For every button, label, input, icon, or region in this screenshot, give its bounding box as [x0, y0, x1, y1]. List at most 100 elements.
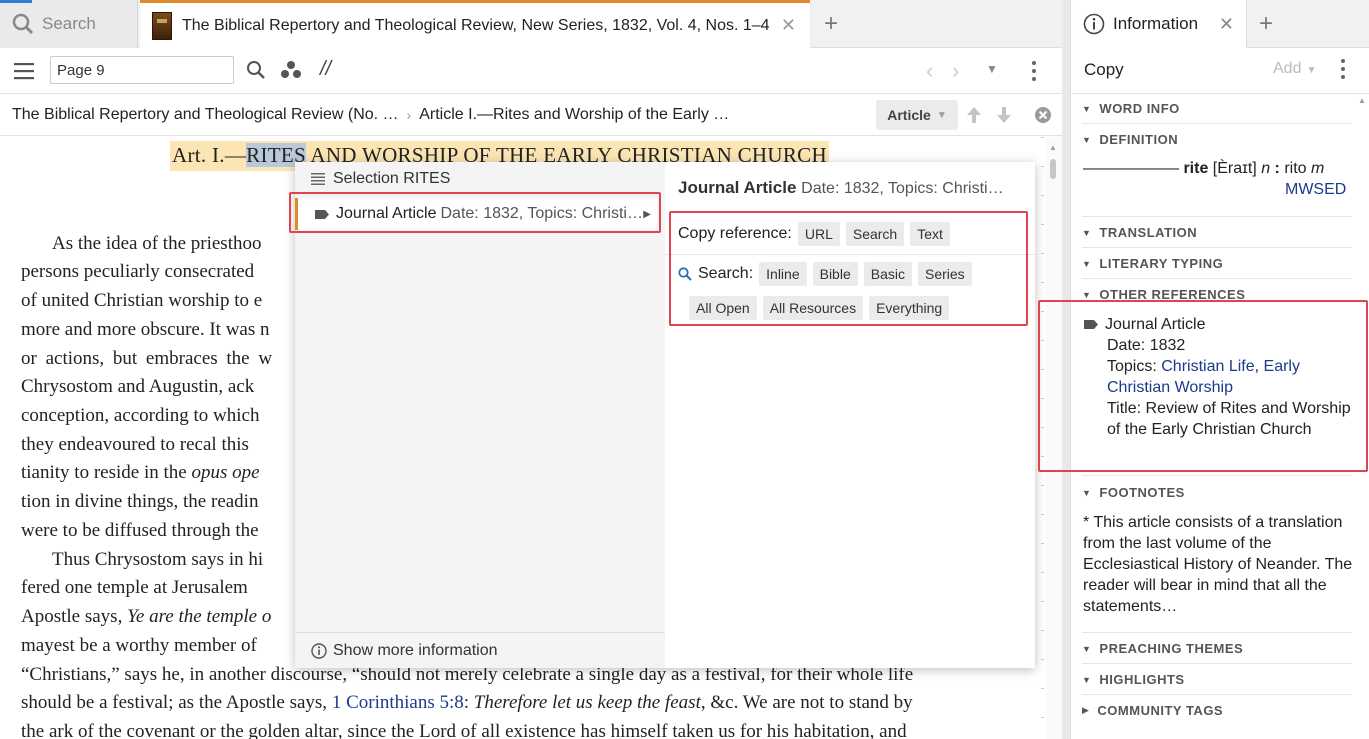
menu-icon[interactable]	[14, 62, 34, 80]
popup-details-type: Journal Article	[678, 178, 797, 197]
popup-details-title: Journal Article Date: 1832, Topics: Chri…	[678, 178, 1004, 198]
section-word-info[interactable]: ▼ WORD INFO	[1082, 101, 1352, 116]
section-translation[interactable]: ▼ TRANSLATION	[1082, 225, 1352, 240]
article-nav-button[interactable]: Article ▼	[876, 100, 958, 130]
scroll-up-icon[interactable]: ▲	[1049, 143, 1057, 152]
reader-toolbar: // ‹ › ▼	[0, 48, 1062, 94]
text-line: persons peculiarly consecrated	[21, 261, 255, 282]
close-tab-icon[interactable]: ✕	[1219, 14, 1234, 35]
page-input[interactable]	[50, 56, 234, 84]
tab-search[interactable]: Search	[0, 0, 138, 48]
forward-icon[interactable]: ›	[952, 58, 959, 84]
text-fragment: should be a festival; as the Apostle say…	[21, 692, 332, 713]
italic-fragment: opus ope	[191, 462, 260, 483]
right-tab-bar: Information ✕ +	[1071, 0, 1369, 48]
text-line: more and more obscure. It was n	[21, 319, 270, 340]
scroll-up-icon[interactable]: ▲	[1358, 96, 1366, 105]
back-icon[interactable]: ‹	[926, 58, 933, 84]
section-label: HIGHLIGHTS	[1099, 672, 1185, 687]
search-icon	[12, 13, 34, 35]
annotation-box	[289, 192, 661, 233]
bible-reference-link[interactable]: 1 Corinthians 5:8	[332, 692, 464, 713]
popup-menu: Selection RITES Journal Article Date: 18…	[295, 162, 665, 668]
triangle-down-icon: ▼	[1082, 289, 1092, 300]
add-tab-button[interactable]: +	[818, 12, 844, 38]
section-label: COMMUNITY TAGS	[1097, 703, 1224, 718]
section-label: TRANSLATION	[1099, 225, 1198, 240]
triangle-down-icon: ▼	[1082, 674, 1092, 685]
text-line: or actions, but embraces the w	[21, 348, 273, 369]
section-literary-typing[interactable]: ▼ LITERARY TYPING	[1082, 256, 1352, 271]
tab-document-title: The Biblical Repertory and Theological R…	[182, 16, 770, 34]
section-label: DEFINITION	[1099, 132, 1179, 147]
info-icon	[1083, 13, 1105, 35]
tab-document[interactable]: The Biblical Repertory and Theological R…	[140, 0, 810, 48]
section-label: LITERARY TYPING	[1099, 256, 1224, 271]
breadcrumb-item-article[interactable]: Article I.—Rites and Worship of the Earl…	[419, 106, 729, 124]
show-more-button[interactable]: Show more information	[295, 632, 665, 668]
definition-pronunciation: [Èraɪt]	[1208, 160, 1262, 177]
divider	[1082, 278, 1352, 279]
section-label: FOOTNOTES	[1099, 485, 1185, 500]
section-community-tags[interactable]: ▶ COMMUNITY TAGS	[1082, 703, 1352, 718]
parallel-resources-icon[interactable]: //	[320, 58, 331, 81]
selection-row[interactable]: Selection RITES	[311, 170, 450, 188]
chevron-down-icon: ▼	[1306, 65, 1317, 76]
triangle-down-icon: ▼	[1082, 134, 1092, 145]
text-line: tion in divine things, the readin	[21, 491, 259, 512]
divider	[1082, 216, 1352, 217]
italic-fragment: Ye are the temple o	[127, 606, 272, 627]
scrollbar-thumb[interactable]	[1050, 159, 1056, 179]
definition-translation: rito	[1284, 160, 1311, 177]
breadcrumb: The Biblical Repertory and Theological R…	[0, 94, 1062, 136]
text-line: of united Christian worship to e	[21, 290, 263, 311]
section-definition[interactable]: ▼ DEFINITION	[1082, 132, 1352, 147]
clear-icon[interactable]	[1034, 106, 1052, 124]
visual-filter-icon[interactable]	[280, 60, 302, 80]
text-line: Apostle says, Ye are the temple o	[21, 603, 271, 631]
tab-information[interactable]: Information ✕	[1071, 0, 1247, 48]
definition-source-link[interactable]: MWSED	[1285, 181, 1346, 199]
triangle-down-icon: ▼	[1082, 103, 1092, 114]
section-footnotes[interactable]: ▼ FOOTNOTES	[1082, 485, 1352, 500]
arrow-up-icon[interactable]	[966, 106, 982, 124]
annotation-box	[1038, 300, 1368, 472]
definition-pos: n	[1261, 160, 1271, 177]
text-fragment: tianity to reside in the	[21, 462, 192, 483]
definition-dashes: ——————	[1083, 160, 1184, 177]
arrow-down-icon[interactable]	[996, 106, 1012, 124]
breadcrumb-item-issue[interactable]: The Biblical Repertory and Theological R…	[12, 106, 399, 124]
text-line: Chrysostom and Augustin, ack	[21, 376, 255, 397]
more-options-icon[interactable]	[1030, 60, 1038, 82]
more-options-icon[interactable]	[1339, 58, 1347, 80]
divider	[1082, 123, 1352, 124]
tab-search-label: Search	[42, 14, 96, 33]
triangle-down-icon: ▼	[1082, 643, 1092, 654]
book-cover-icon	[152, 11, 172, 40]
add-tab-button[interactable]: +	[1259, 12, 1273, 36]
text-line: should be a festival; as the Apostle say…	[21, 689, 913, 717]
divider	[1082, 247, 1352, 248]
definition-text: —————— rite [Èraɪt] n : rito m	[1083, 160, 1324, 178]
history-dropdown-icon[interactable]: ▼	[986, 62, 998, 76]
left-tab-bar: Search The Biblical Repertory and Theolo…	[0, 0, 1062, 48]
section-preaching-themes[interactable]: ▼ PREACHING THEMES	[1082, 641, 1352, 656]
add-menu-button[interactable]: Add ▼	[1273, 60, 1316, 78]
breadcrumb-separator: ›	[406, 106, 412, 123]
text-line: were to be diffused through the	[21, 520, 259, 541]
section-highlights[interactable]: ▼ HIGHLIGHTS	[1082, 672, 1352, 687]
info-toolbar: Copy Add ▼	[1071, 48, 1369, 94]
text-lines-icon	[311, 173, 325, 185]
section-label: WORD INFO	[1099, 101, 1180, 116]
article-nav-label: Article	[887, 107, 931, 123]
copy-button[interactable]: Copy	[1084, 60, 1124, 80]
close-tab-icon[interactable]: ✕	[781, 15, 796, 36]
definition-separator: :	[1270, 160, 1285, 177]
triangle-right-icon: ▶	[1082, 705, 1090, 715]
triangle-down-icon: ▼	[1082, 487, 1092, 498]
footnote-text: * This article consists of a translation…	[1083, 514, 1353, 615]
text-line: Thus Chrysostom says in hi	[52, 549, 264, 570]
text-line: tianity to reside in the opus ope	[21, 459, 260, 487]
search-icon[interactable]	[246, 60, 266, 80]
divider	[1082, 663, 1352, 664]
